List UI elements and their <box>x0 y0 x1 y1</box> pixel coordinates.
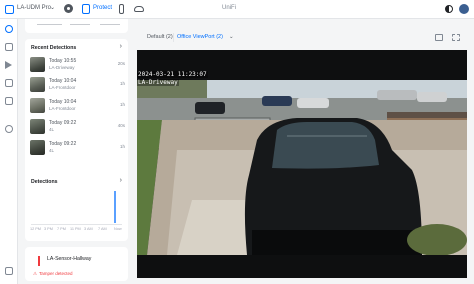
detection-time: Today 09:22 <box>49 120 77 126</box>
detection-item[interactable]: Today 09:22 4L 40s <box>30 118 125 137</box>
detection-camera: 4L <box>49 127 55 132</box>
x-tick: 3 AM <box>84 227 93 231</box>
top-card-stub <box>25 19 128 33</box>
detection-age: 20s <box>117 61 125 66</box>
x-tick: Now <box>114 227 122 231</box>
dashboard-side-panel: Recent Detections › Today 10:55 LA-Drive… <box>18 19 133 284</box>
detection-camera: LA-Frontdoor <box>49 106 76 111</box>
sensor-status-indicator <box>38 256 40 266</box>
camera-video-feed[interactable]: 2024-03-21 11:23:07 LA-Driveway <box>137 50 467 278</box>
detection-thumbnail <box>30 119 45 134</box>
detection-camera: LA-Driveway <box>49 65 75 70</box>
page-title: UniFi <box>222 5 237 11</box>
detection-age: 1h <box>119 144 125 149</box>
video-timestamp: 2024-03-21 11:23:07 <box>137 71 208 78</box>
detections-title: Detections <box>31 179 58 185</box>
tab-divider <box>173 33 174 42</box>
detection-item[interactable]: Today 10:55 LA-Driveway 20s <box>30 56 125 75</box>
tab-dropdown-chevron-icon[interactable]: ⌄ <box>229 34 234 40</box>
x-tick: 11 PM <box>70 227 81 231</box>
detection-time: Today 10:04 <box>49 99 77 105</box>
x-tick: 7 PM <box>57 227 66 231</box>
detection-age: 1h <box>119 102 125 107</box>
detection-item[interactable]: Today 09:22 4L 1h <box>30 139 125 158</box>
detection-item[interactable]: Today 10:04 LA-Frontdoor 1h <box>30 76 125 95</box>
access-app-icon[interactable] <box>119 4 124 14</box>
tab-office-viewport[interactable]: Office ViewPort (2) <box>177 34 223 40</box>
dashboard-icon[interactable] <box>5 25 13 33</box>
viewport-toolbar: Default (2) Office ViewPort (2) ⌄ <box>137 30 473 47</box>
chevron-right-icon[interactable]: › <box>120 177 122 184</box>
fullscreen-icon[interactable] <box>452 34 460 41</box>
sensor-name: LA-Sensor-Hallway <box>47 256 92 262</box>
active-app-name[interactable]: Protect <box>93 5 112 11</box>
settings-icon[interactable] <box>5 125 13 133</box>
detection-time: Today 10:04 <box>49 78 77 84</box>
detection-camera: 4L <box>49 148 55 153</box>
detection-thumbnail <box>30 98 45 113</box>
detection-time: Today 10:55 <box>49 58 77 64</box>
chevron-down-icon[interactable]: ⌄ <box>50 4 55 11</box>
play-icon[interactable] <box>5 61 12 69</box>
avatar[interactable] <box>459 4 469 14</box>
x-tick: 3 PM <box>44 227 53 231</box>
top-bar: LA-UDM Pro ⌄ Protect UniFi <box>0 0 474 19</box>
detection-camera: LA-Frontdoor <box>49 85 76 90</box>
talk-app-icon[interactable] <box>134 6 144 12</box>
theme-toggle-icon[interactable] <box>445 5 453 13</box>
detection-thumbnail <box>30 57 45 72</box>
settings-gear-icon[interactable] <box>64 4 73 13</box>
detections-bar <box>114 191 116 223</box>
protect-app-icon[interactable] <box>82 4 90 14</box>
tab-default[interactable]: Default (2) <box>147 34 173 40</box>
detection-thumbnail <box>30 140 45 155</box>
detection-item[interactable]: Today 10:04 LA-Frontdoor 1h <box>30 97 125 116</box>
recent-detections-card: Recent Detections › Today 10:55 LA-Drive… <box>25 39 128 179</box>
detection-age: 1h <box>119 81 125 86</box>
sidebar-collapse-icon[interactable] <box>5 267 13 275</box>
unifi-console-icon[interactable] <box>5 5 14 14</box>
chevron-right-icon[interactable]: › <box>120 43 122 50</box>
alarms-icon[interactable] <box>5 79 13 87</box>
left-nav-rail <box>0 19 18 284</box>
recent-detections-title: Recent Detections <box>31 45 77 51</box>
detection-age: 40s <box>117 123 125 128</box>
sensor-card[interactable]: LA-Sensor-Hallway ⚠ Tamper detected <box>25 247 128 281</box>
devices-icon[interactable] <box>5 43 13 51</box>
chart-baseline <box>31 224 122 225</box>
detection-thumbnail <box>30 77 45 92</box>
tamper-alert-icon: ⚠ <box>33 271 38 276</box>
camera-scene-image <box>137 80 467 255</box>
console-name[interactable]: LA-UDM Pro <box>17 5 51 11</box>
integrations-icon[interactable] <box>5 97 13 105</box>
x-tick: 7 AM <box>98 227 107 231</box>
layout-grid-icon[interactable] <box>435 34 443 41</box>
video-camera-label: LA-Driveway <box>137 79 179 86</box>
x-tick: 12 PM <box>30 227 41 231</box>
sensor-status: Tamper detected <box>39 271 73 276</box>
detection-time: Today 09:22 <box>49 141 77 147</box>
